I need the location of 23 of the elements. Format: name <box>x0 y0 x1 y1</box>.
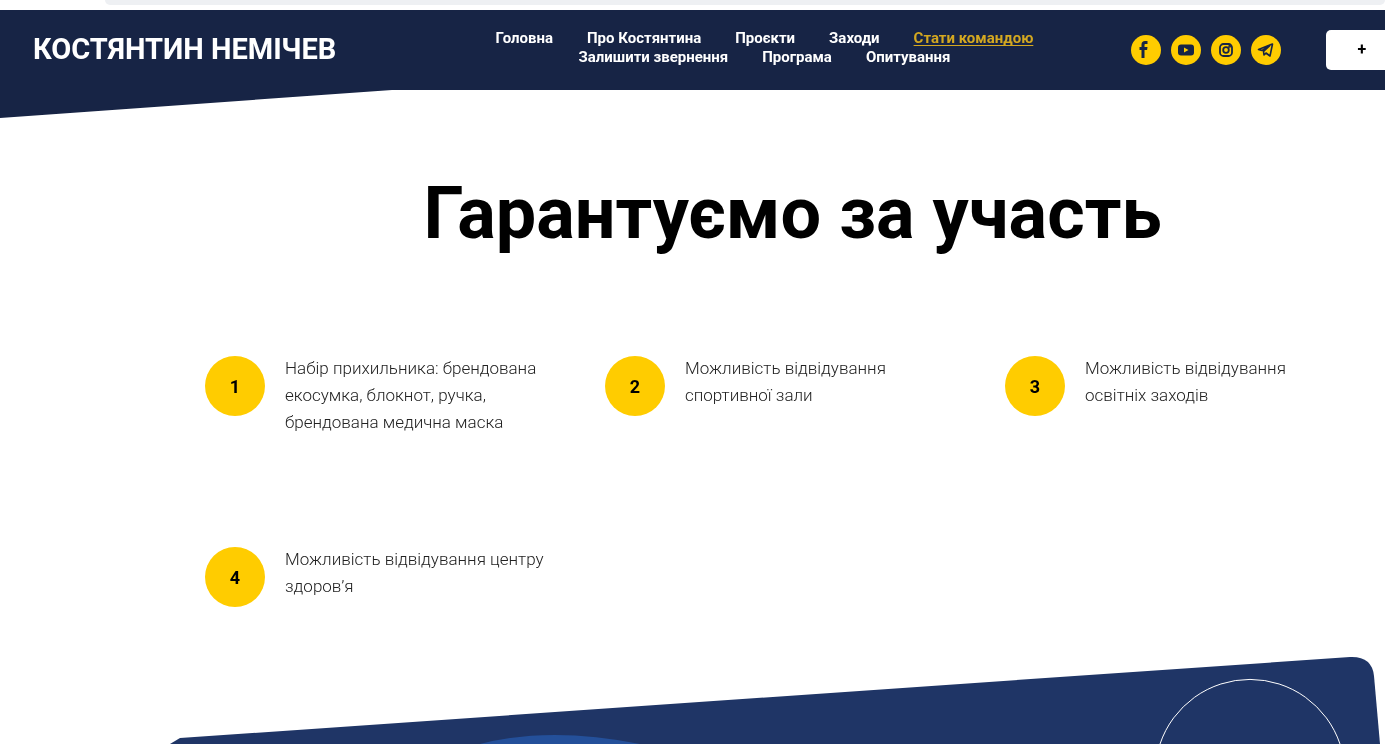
benefit-text: Можливість відвідування спортивної зали <box>685 357 887 407</box>
number-badge: 2 <box>605 356 665 416</box>
benefit-text: Можливість відвідування освітніх заходів <box>1085 357 1287 407</box>
nav-link[interactable]: Головна <box>495 29 553 48</box>
nav-link[interactable]: Про Костянтина <box>587 29 702 48</box>
youtube-icon[interactable] <box>1170 35 1201 65</box>
benefit-text: Набір прихильника: брендована екосумка, блокнот, ручка, брендована медична маска <box>285 357 538 434</box>
benefit-text: Можливість відвідування центру здоров’я <box>285 548 545 598</box>
nav-link[interactable]: Залишити звернення <box>578 48 729 67</box>
nav-link[interactable]: Проєкти <box>735 29 796 48</box>
nav-link[interactable]: Програма <box>762 48 832 67</box>
instagram-icon[interactable] <box>1210 35 1241 65</box>
nav-link[interactable]: Стати командою <box>913 29 1034 48</box>
telegram-icon[interactable] <box>1250 35 1281 65</box>
nav-link[interactable]: Опитування <box>865 48 951 67</box>
nav-link[interactable]: Заходи <box>829 29 880 48</box>
number-badge: 1 <box>205 356 265 416</box>
site-logo[interactable]: КОСТЯНТИН НЕМІЧЕВ <box>33 28 446 72</box>
number-badge: 4 <box>205 547 265 607</box>
number-badge: 3 <box>1005 356 1065 416</box>
section-heading: Гарантуємо за участь <box>422 172 1163 256</box>
facebook-icon[interactable] <box>1130 35 1161 65</box>
action-button[interactable]: + <box>1325 30 1385 70</box>
